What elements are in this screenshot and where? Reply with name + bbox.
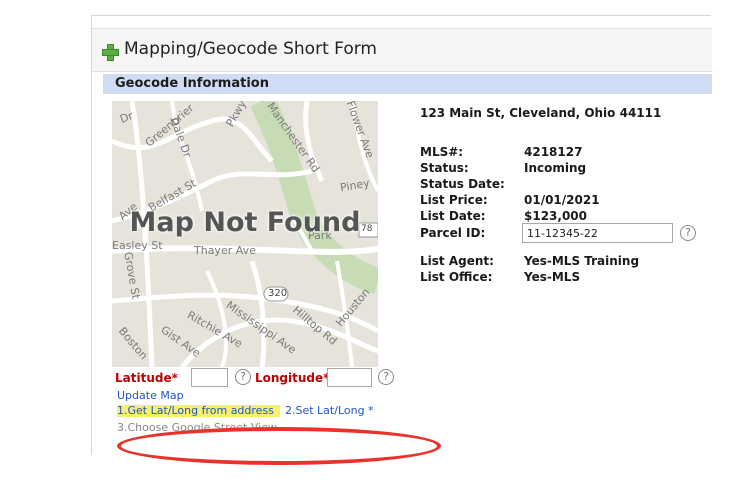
parcel-id-input[interactable] xyxy=(522,223,673,243)
list-price-value: 01/01/2021 xyxy=(524,193,600,207)
list-date-label: List Date: xyxy=(420,209,486,223)
mls-label: MLS#: xyxy=(420,145,464,159)
status-label: Status: xyxy=(420,161,469,175)
list-price-label: List Price: xyxy=(420,193,488,207)
mls-value: 4218127 xyxy=(524,145,583,159)
listing-address: 123 Main St, Cleveland, Ohio 44111 xyxy=(420,106,662,120)
map-street-label: Easley St xyxy=(112,239,163,252)
parcel-help-icon[interactable]: ? xyxy=(680,225,696,241)
set-latlong-link[interactable]: 2.Set Lat/Long * xyxy=(285,404,374,417)
list-date-value: $123,000 xyxy=(524,209,588,223)
page-title: Mapping/Geocode Short Form xyxy=(124,39,377,59)
annotation-ellipse xyxy=(117,427,441,465)
longitude-label: Longitude* xyxy=(255,371,330,385)
latitude-input[interactable] xyxy=(191,368,228,387)
longitude-input[interactable] xyxy=(327,368,372,387)
map-street-label: Thayer Ave xyxy=(194,244,256,257)
form-title-bar: Mapping/Geocode Short Form xyxy=(92,28,712,72)
update-map-link[interactable]: Update Map xyxy=(117,389,184,402)
section-header: Geocode Information xyxy=(103,74,712,94)
plus-icon[interactable] xyxy=(102,44,119,61)
status-date-label: Status Date: xyxy=(420,177,505,191)
list-office-label: List Office: xyxy=(420,270,493,284)
coordinates-row: Latitude* ? Longitude* ? xyxy=(115,368,405,388)
latitude-label: Latitude* xyxy=(115,371,178,385)
form-panel: Mapping/Geocode Short Form Geocode Infor… xyxy=(91,15,712,465)
list-office-value: Yes-MLS xyxy=(524,270,581,284)
get-latlong-from-address-link[interactable]: 1.Get Lat/Long from address xyxy=(117,404,274,417)
latitude-help-icon[interactable]: ? xyxy=(235,369,251,385)
status-value: Incoming xyxy=(524,161,587,175)
map-image: Dr Dale Dr Greenbrier Pkwy Manchester Rd… xyxy=(112,101,378,367)
longitude-help-icon[interactable]: ? xyxy=(378,369,394,385)
list-agent-label: List Agent: xyxy=(420,254,494,268)
map-not-found-label: Map Not Found xyxy=(129,207,361,238)
section-title: Geocode Information xyxy=(115,76,269,91)
map-street-label: 320 xyxy=(268,288,288,299)
parcel-id-label: Parcel ID: xyxy=(420,226,486,240)
list-agent-value: Yes-MLS Training xyxy=(524,254,640,268)
